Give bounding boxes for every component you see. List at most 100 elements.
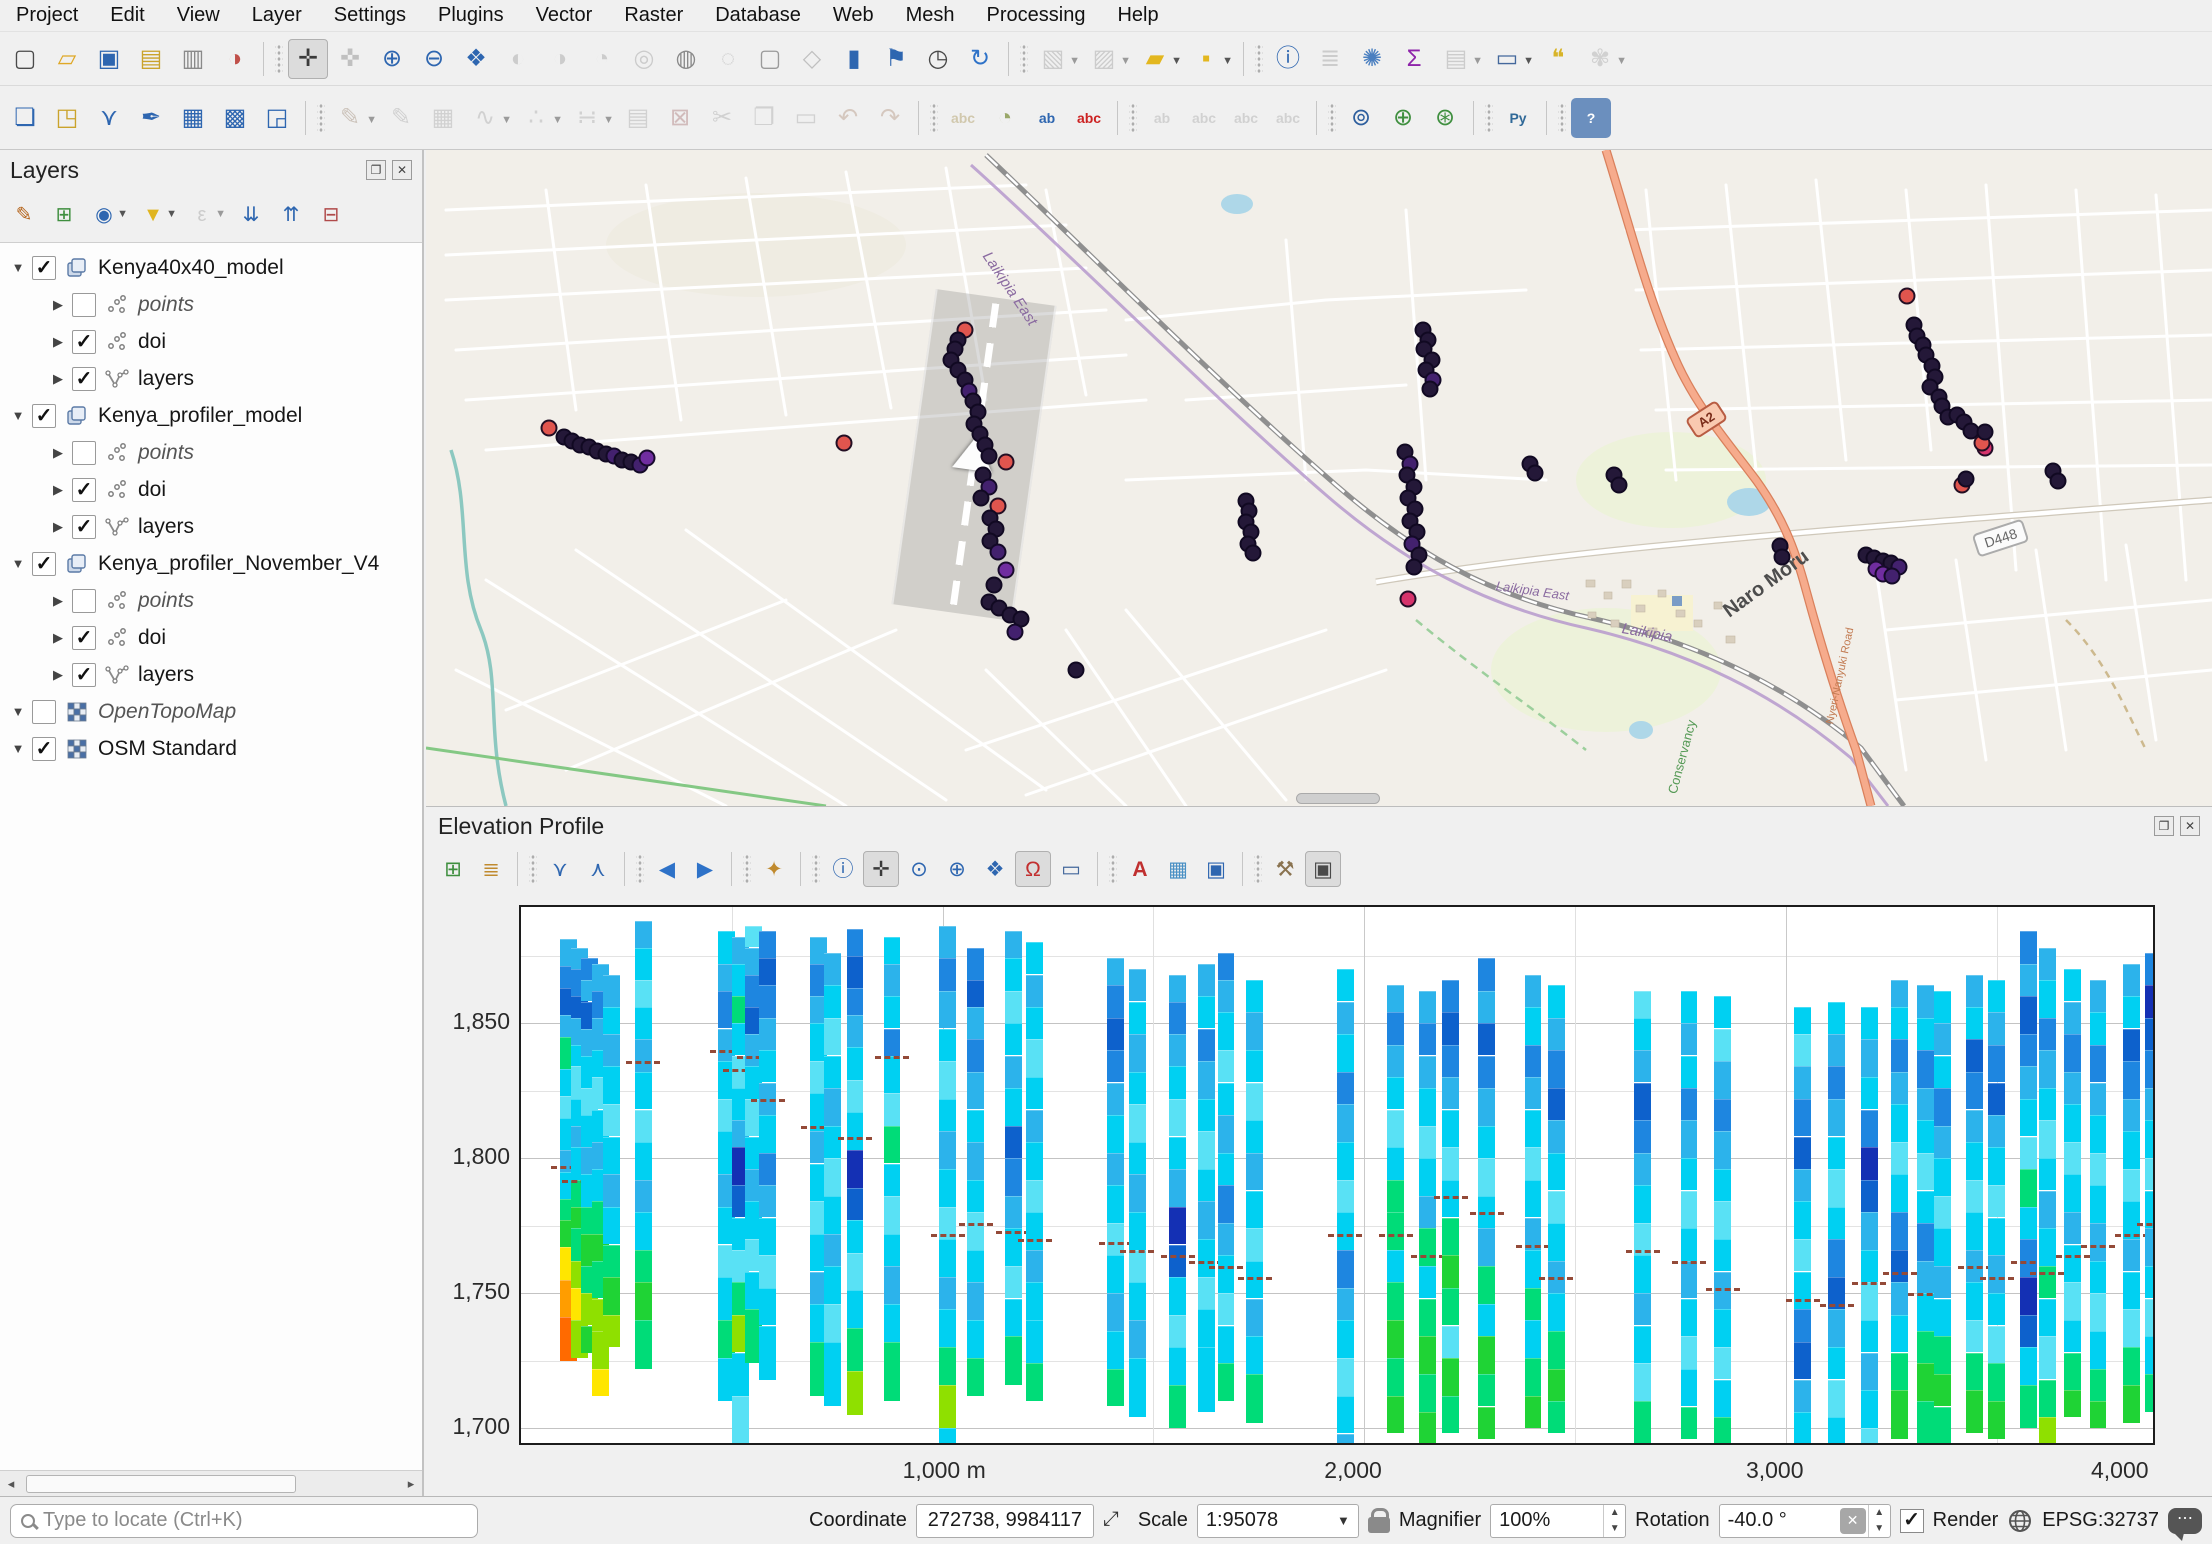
layer-label[interactable]: Kenya_profiler_November_V4 [98, 552, 379, 576]
panel-close-icon[interactable]: ✕ [2180, 816, 2200, 836]
map-canvas[interactable]: Laikipia EastLaikipia EastLaikipiaNaro M… [426, 150, 2212, 806]
layer-diagram-options-icon[interactable]: ◔ [985, 98, 1025, 138]
help-contents-icon[interactable]: ? [1571, 98, 1611, 138]
zoom-out-icon[interactable]: ⊖ [414, 39, 454, 79]
panel-float-icon[interactable]: ❐ [366, 160, 386, 180]
filter-by-expression-icon[interactable]: ε▼ [185, 198, 219, 232]
layer-row-doi[interactable]: ▶✓doi [0, 323, 422, 360]
filter-legend-icon[interactable]: ▼▼ [136, 198, 170, 232]
layer-label[interactable]: doi [138, 478, 166, 502]
cut-features-icon[interactable]: ✂ [702, 98, 742, 138]
add-group-icon[interactable]: ⊞ [47, 198, 81, 232]
open-data-source-manager-icon[interactable]: ❏ [5, 98, 45, 138]
map-tips-icon[interactable]: ❝ [1538, 39, 1578, 79]
layer-label[interactable]: Kenya40x40_model [98, 256, 284, 280]
dock-elevation-profile-icon[interactable]: ▣ [1305, 851, 1341, 887]
scroll-left-icon[interactable]: ◂ [0, 1476, 22, 1492]
identify-features-icon[interactable]: ⓘ [1268, 39, 1308, 79]
zoom-native-resolution-icon[interactable]: ◎ [624, 39, 664, 79]
pan-profile-icon[interactable]: ✛ [863, 851, 899, 887]
new-virtual-layer-icon[interactable]: ▩ [215, 98, 255, 138]
layer-label[interactable]: points [138, 293, 194, 317]
toolbar-drag-handle[interactable] [1255, 45, 1263, 73]
menu-vector[interactable]: Vector [520, 1, 609, 30]
layer-visibility-checkbox[interactable]: ✓ [72, 330, 96, 354]
deselect-features-icon[interactable]: ▪▼ [1186, 39, 1226, 79]
layer-row-osm-standard[interactable]: ▼ ✓ OSM Standard [0, 730, 422, 767]
pan-map-to-selection-icon[interactable]: ✜ [330, 39, 370, 79]
menu-project[interactable]: Project [0, 1, 94, 30]
style-manager-icon[interactable]: ◑ [215, 39, 255, 79]
new-map-view-icon[interactable]: ▢ [750, 39, 790, 79]
show-statistical-summary-icon[interactable]: Σ [1394, 39, 1434, 79]
open-layer-styling-icon[interactable]: ✎ [7, 198, 41, 232]
temporal-controller-icon[interactable]: ◷ [918, 39, 958, 79]
layer-visibility-checkbox[interactable] [32, 700, 56, 724]
copy-features-icon[interactable]: ❐ [744, 98, 784, 138]
export-as-image-icon[interactable]: ▦ [1160, 851, 1196, 887]
tree-expander-icon[interactable]: ▼ [8, 741, 28, 756]
tree-expander-icon[interactable]: ▼ [8, 704, 28, 719]
layer-visibility-checkbox[interactable]: ✓ [72, 478, 96, 502]
export-results-icon[interactable]: ▣ [1198, 851, 1234, 887]
layer-visibility-checkbox[interactable]: ✓ [72, 663, 96, 687]
nudge-right-icon[interactable]: ▶ [687, 851, 723, 887]
refresh-map-icon[interactable]: ↻ [960, 39, 1000, 79]
tree-expander-icon[interactable]: ▶ [48, 519, 68, 535]
new-print-layout-icon[interactable]: ▤ [131, 39, 171, 79]
menu-raster[interactable]: Raster [608, 1, 699, 30]
layer-visibility-checkbox[interactable]: ✓ [32, 737, 56, 761]
python-console-icon[interactable]: Py [1498, 98, 1538, 138]
clear-rotation-icon[interactable]: ✕ [1840, 1508, 1866, 1534]
show-hide-labels-icon[interactable]: abc [1184, 98, 1224, 138]
layer-row-layers[interactable]: ▶✓layers [0, 360, 422, 397]
redo-icon[interactable]: ↷ [870, 98, 910, 138]
profile-options-icon[interactable]: ⚒ [1267, 851, 1303, 887]
layer-visibility-checkbox[interactable]: ✓ [72, 367, 96, 391]
capture-curve-icon[interactable]: ⋎ [542, 851, 578, 887]
new-shapefile-layer-icon[interactable]: ⋎ [89, 98, 129, 138]
profile-layer-tree-icon[interactable]: ≣ [473, 851, 509, 887]
modify-attributes-icon[interactable]: ▤ [618, 98, 658, 138]
tree-expander-icon[interactable]: ▶ [48, 482, 68, 498]
extents-toggle-icon[interactable] [1103, 1508, 1129, 1534]
show-layout-manager-icon[interactable]: ▥ [173, 39, 213, 79]
pin-labels-icon[interactable]: ab [1027, 98, 1067, 138]
run-last-algorithm-icon[interactable]: ✾▼ [1580, 39, 1620, 79]
new-mesh-layer-icon[interactable]: ◲ [257, 98, 297, 138]
zoom-next-icon[interactable]: ◔ [582, 39, 622, 79]
zoom-full-icon[interactable]: ❖ [456, 39, 496, 79]
paste-features-icon[interactable]: ▭ [786, 98, 826, 138]
layer-label[interactable]: doi [138, 330, 166, 354]
layer-row-points[interactable]: ▶points [0, 434, 422, 471]
layer-row-opentopomap[interactable]: ▼OpenTopoMap [0, 693, 422, 730]
layer-visibility-checkbox[interactable]: ✓ [72, 515, 96, 539]
tree-expander-icon[interactable]: ▶ [48, 371, 68, 387]
toolbar-drag-handle[interactable] [743, 855, 751, 883]
new-geopackage-layer-icon[interactable]: ◳ [47, 98, 87, 138]
zoom-in-icon[interactable]: ⊕ [939, 851, 975, 887]
layer-label[interactable]: points [138, 441, 194, 465]
menu-mesh[interactable]: Mesh [890, 1, 971, 30]
scrollbar-thumb[interactable] [26, 1475, 296, 1493]
edit-pencil-icon[interactable]: ✎ [381, 98, 421, 138]
tree-expander-icon[interactable]: ▼ [8, 556, 28, 571]
tree-expander-icon[interactable]: ▶ [48, 593, 68, 609]
layer-visibility-checkbox[interactable] [72, 441, 96, 465]
layer-row-layers[interactable]: ▶✓layers [0, 656, 422, 693]
scroll-right-icon[interactable]: ▸ [400, 1476, 422, 1492]
coordinate-input[interactable]: 272738, 9984117 [916, 1504, 1094, 1538]
layer-label[interactable]: OSM Standard [98, 737, 237, 761]
render-checkbox[interactable]: ✓ [1900, 1509, 1924, 1533]
zoom-last-icon[interactable]: ◑ [540, 39, 580, 79]
add-layers-icon[interactable]: ⊞ [435, 851, 471, 887]
panel-close-icon[interactable]: ✕ [392, 160, 412, 180]
toolbar-drag-handle[interactable] [930, 104, 938, 132]
layer-row-kenya40x40-model[interactable]: ▼✓Kenya40x40_model [0, 249, 422, 286]
lock-scale-icon[interactable] [1368, 1517, 1390, 1533]
zoom-to-selection-icon[interactable]: ◐ [498, 39, 538, 79]
new-project-icon[interactable]: ▢ [5, 39, 45, 79]
new-spatialite-layer-icon[interactable]: ▦ [173, 98, 213, 138]
tree-expander-icon[interactable]: ▶ [48, 630, 68, 646]
layer-visibility-checkbox[interactable] [72, 589, 96, 613]
